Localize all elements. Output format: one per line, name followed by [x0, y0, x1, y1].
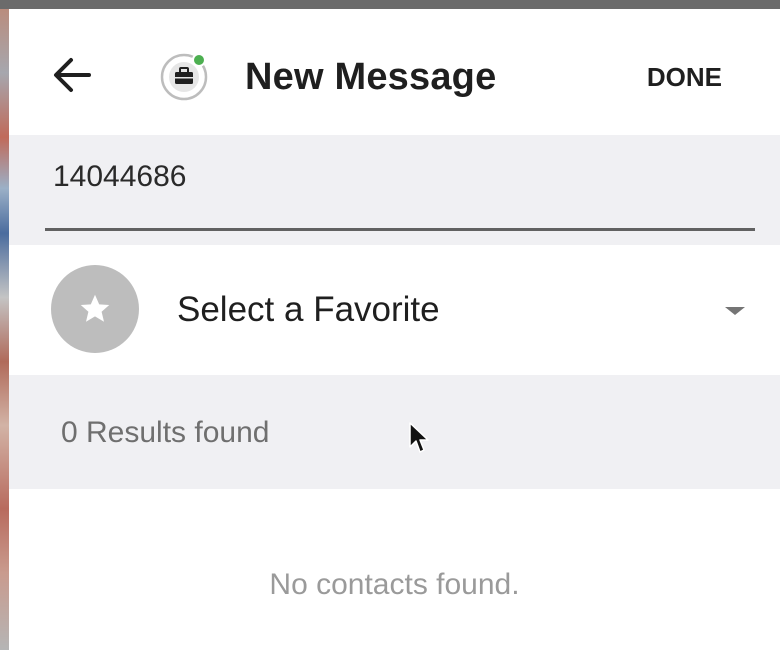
caret-down-icon[interactable]: [725, 307, 745, 315]
favorite-avatar: [51, 265, 139, 353]
app-avatar[interactable]: [159, 51, 209, 101]
screen: New Message DONE Select a Favorite 0 Res…: [0, 0, 780, 650]
empty-state-text: No contacts found.: [269, 568, 520, 601]
results-bar: 0 Results found: [9, 375, 780, 489]
done-button[interactable]: DONE: [647, 61, 722, 93]
window-top-edge: [0, 0, 780, 9]
favorite-label: Select a Favorite: [177, 290, 440, 329]
presence-dot: [192, 53, 206, 67]
star-icon: [80, 294, 110, 322]
results-count: 0 Results found: [61, 416, 270, 449]
app-header: New Message DONE: [9, 9, 780, 135]
recipient-search-input[interactable]: [45, 151, 761, 203]
background-window-strip: [0, 9, 9, 650]
mouse-pointer-icon: [409, 422, 429, 453]
recipient-search-area: [9, 135, 780, 245]
page-title: New Message: [245, 56, 497, 98]
back-button[interactable]: [47, 51, 95, 99]
empty-state: No contacts found.: [9, 489, 780, 650]
favorite-selector[interactable]: Select a Favorite: [9, 245, 780, 375]
search-underline: [45, 228, 755, 231]
new-message-screen: New Message DONE Select a Favorite 0 Res…: [9, 9, 780, 650]
arrow-left-icon: [54, 58, 91, 92]
